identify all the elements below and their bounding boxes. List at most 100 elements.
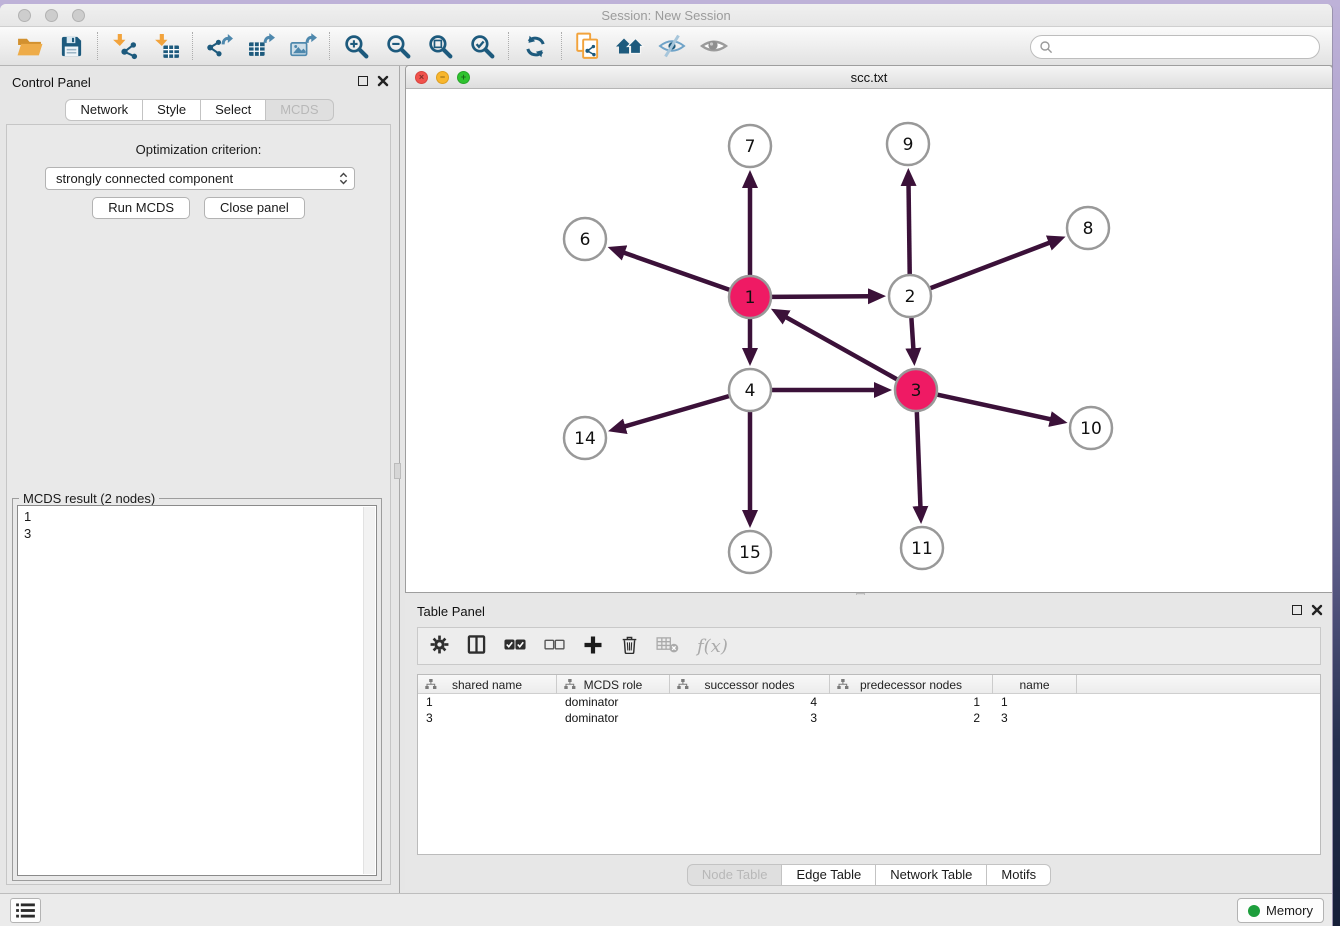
vertical-splitter-handle[interactable] xyxy=(394,463,401,479)
graph-edge-2-9[interactable] xyxy=(909,184,910,274)
export-image-icon[interactable] xyxy=(282,30,324,62)
run-mcds-button[interactable]: Run MCDS xyxy=(92,197,190,219)
table-row[interactable]: 3dominator323 xyxy=(418,710,1320,726)
deselect-all-columns-icon[interactable] xyxy=(544,639,565,654)
zoom-out-icon[interactable] xyxy=(377,30,419,62)
show-columns-icon[interactable] xyxy=(467,635,486,657)
zoom-in-icon[interactable] xyxy=(335,30,377,62)
mcds-result-group: MCDS result (2 nodes) 1 3 xyxy=(12,498,382,881)
tab-network-table[interactable]: Network Table xyxy=(875,864,987,886)
graph-edge-3-1[interactable] xyxy=(785,317,897,380)
column-header-2[interactable]: successor nodes xyxy=(670,675,830,694)
graph-node-9[interactable]: 9 xyxy=(887,123,929,165)
table-settings-icon[interactable] xyxy=(430,635,449,657)
svg-text:9: 9 xyxy=(903,135,914,155)
column-header-0[interactable]: shared name xyxy=(418,675,557,694)
select-all-columns-icon[interactable] xyxy=(504,638,526,654)
result-scrollbar[interactable] xyxy=(363,507,375,874)
mcds-result-title: MCDS result (2 nodes) xyxy=(19,491,159,506)
table-header-row: shared nameMCDS rolesuccessor nodesprede… xyxy=(418,675,1320,694)
graph-edge-2-3[interactable] xyxy=(911,318,913,350)
optimization-criterion-select[interactable]: strongly connected component xyxy=(45,167,355,190)
graph-node-2[interactable]: 2 xyxy=(889,275,931,317)
table-cell: dominator xyxy=(557,694,670,710)
svg-text:7: 7 xyxy=(745,137,756,157)
export-network-icon[interactable] xyxy=(198,30,240,62)
column-header-3[interactable]: predecessor nodes xyxy=(830,675,993,694)
toolbar-separator xyxy=(329,32,330,60)
column-header-4[interactable]: name xyxy=(993,675,1077,694)
search-input[interactable] xyxy=(1058,40,1319,55)
import-table-icon[interactable] xyxy=(145,30,187,62)
svg-text:11: 11 xyxy=(911,539,933,559)
zoom-fit-icon[interactable] xyxy=(419,30,461,62)
graph-edge-1-2[interactable] xyxy=(772,296,870,297)
open-session-icon[interactable] xyxy=(8,30,50,62)
network-view-window: × − + scc.txt 7968124314101511 xyxy=(405,65,1333,593)
add-column-icon[interactable] xyxy=(583,635,603,658)
network-window-title: scc.txt xyxy=(406,70,1332,85)
svg-text:6: 6 xyxy=(580,230,591,250)
network-canvas[interactable]: 7 9 6 8 1 2 4 3 14 10 15 11 xyxy=(406,89,1332,592)
tab-node-table[interactable]: Node Table xyxy=(687,864,783,886)
table-toolbar: f(x) xyxy=(417,627,1321,665)
tab-style[interactable]: Style xyxy=(142,99,201,121)
column-header-1[interactable]: MCDS role xyxy=(557,675,670,694)
svg-text:15: 15 xyxy=(739,543,761,563)
float-panel-icon[interactable] xyxy=(358,76,368,86)
node-table: shared nameMCDS rolesuccessor nodesprede… xyxy=(417,674,1321,855)
memory-button[interactable]: Memory xyxy=(1237,898,1324,923)
graph-edge-4-14[interactable] xyxy=(623,396,728,427)
graph-node-6[interactable]: 6 xyxy=(564,218,606,260)
memory-status-icon xyxy=(1248,905,1260,917)
panel-selector-button[interactable] xyxy=(10,898,41,923)
graph-node-3[interactable]: 3 xyxy=(895,369,937,411)
import-network-icon[interactable] xyxy=(103,30,145,62)
graph-edge-3-10[interactable] xyxy=(937,395,1051,420)
stepper-arrows-icon xyxy=(339,171,348,186)
save-session-icon[interactable] xyxy=(50,30,92,62)
graph-edge-2-8[interactable] xyxy=(931,242,1051,288)
toolbar-separator xyxy=(561,32,562,60)
show-details-icon[interactable] xyxy=(693,30,735,62)
tab-select[interactable]: Select xyxy=(200,99,266,121)
home-layout-icon[interactable] xyxy=(609,30,651,62)
tab-edge-table[interactable]: Edge Table xyxy=(781,864,876,886)
mcds-result-textarea[interactable]: 1 3 xyxy=(17,505,377,876)
control-panel-title: Control Panel xyxy=(12,75,91,90)
graph-node-8[interactable]: 8 xyxy=(1067,207,1109,249)
graph-node-10[interactable]: 10 xyxy=(1070,407,1112,449)
table-cell: 3 xyxy=(418,710,557,726)
svg-text:3: 3 xyxy=(911,381,922,401)
search-box[interactable] xyxy=(1030,35,1320,59)
graph-edge-1-6[interactable] xyxy=(623,252,730,289)
export-table-icon[interactable] xyxy=(240,30,282,62)
network-graph: 7 9 6 8 1 2 4 3 14 10 15 11 xyxy=(406,89,1332,592)
svg-text:14: 14 xyxy=(574,429,596,449)
graph-node-4[interactable]: 4 xyxy=(729,369,771,411)
close-panel-button[interactable]: Close panel xyxy=(204,197,305,219)
function-builder-icon[interactable]: f(x) xyxy=(697,636,728,657)
graph-node-7[interactable]: 7 xyxy=(729,125,771,167)
graph-edge-3-11[interactable] xyxy=(917,412,921,508)
clone-network-icon[interactable] xyxy=(567,30,609,62)
graph-node-11[interactable]: 11 xyxy=(901,527,943,569)
hide-details-icon[interactable] xyxy=(651,30,693,62)
table-cell: 3 xyxy=(670,710,830,726)
refresh-view-icon[interactable] xyxy=(514,30,556,62)
delete-column-icon[interactable] xyxy=(621,635,638,657)
float-table-panel-icon[interactable] xyxy=(1292,605,1302,615)
main-toolbar xyxy=(0,27,1332,66)
table-cell: 4 xyxy=(670,694,830,710)
graph-node-14[interactable]: 14 xyxy=(564,417,606,459)
close-table-panel-icon[interactable] xyxy=(1311,604,1323,616)
close-panel-icon[interactable] xyxy=(377,75,389,87)
delete-table-icon[interactable] xyxy=(656,636,679,656)
graph-node-15[interactable]: 15 xyxy=(729,531,771,573)
tab-motifs[interactable]: Motifs xyxy=(986,864,1051,886)
zoom-selected-icon[interactable] xyxy=(461,30,503,62)
tab-mcds[interactable]: MCDS xyxy=(265,99,333,121)
graph-node-1[interactable]: 1 xyxy=(729,276,771,318)
table-row[interactable]: 1dominator411 xyxy=(418,694,1320,710)
tab-network[interactable]: Network xyxy=(65,99,143,121)
